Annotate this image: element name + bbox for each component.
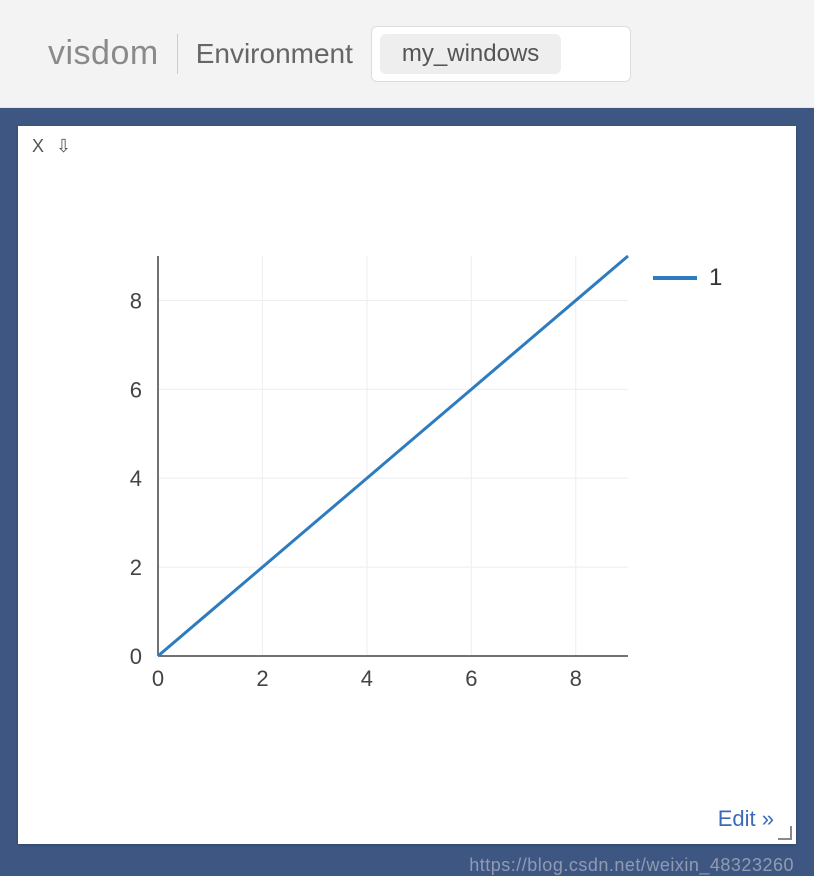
plot-panel: X ⇩ 0 2 4 6 8 0 2 4 6 8 1 Edit » <box>18 126 796 844</box>
legend[interactable]: 1 <box>653 264 722 292</box>
brand-label: visdom <box>48 34 159 73</box>
legend-label: 1 <box>709 264 722 292</box>
workspace: X ⇩ 0 2 4 6 8 0 2 4 6 8 1 Edit » https://blog.csd… <box>0 108 814 876</box>
svg-text:2: 2 <box>130 555 142 580</box>
svg-text:8: 8 <box>570 666 582 691</box>
env-select[interactable]: my_windows <box>371 26 631 82</box>
plot-area[interactable]: 0 2 4 6 8 0 2 4 6 8 <box>98 246 718 786</box>
topbar: visdom Environment my_windows <box>0 0 814 108</box>
svg-text:2: 2 <box>256 666 268 691</box>
resize-handle-icon[interactable] <box>778 826 792 840</box>
svg-text:0: 0 <box>130 644 142 669</box>
svg-text:6: 6 <box>465 666 477 691</box>
svg-text:0: 0 <box>152 666 164 691</box>
svg-text:6: 6 <box>130 377 142 402</box>
env-chip[interactable]: my_windows <box>380 34 561 74</box>
edit-link[interactable]: Edit » <box>718 806 774 832</box>
legend-swatch <box>653 276 697 280</box>
panel-controls: X ⇩ <box>32 136 71 157</box>
env-label: Environment <box>196 38 353 70</box>
line-chart[interactable]: 0 2 4 6 8 0 2 4 6 8 <box>98 246 638 706</box>
svg-text:8: 8 <box>130 288 142 313</box>
divider <box>177 34 178 74</box>
close-icon[interactable]: X <box>32 136 44 157</box>
svg-text:4: 4 <box>361 666 373 691</box>
svg-text:4: 4 <box>130 466 142 491</box>
download-icon[interactable]: ⇩ <box>56 136 71 157</box>
watermark: https://blog.csdn.net/weixin_48323260 <box>469 855 794 876</box>
